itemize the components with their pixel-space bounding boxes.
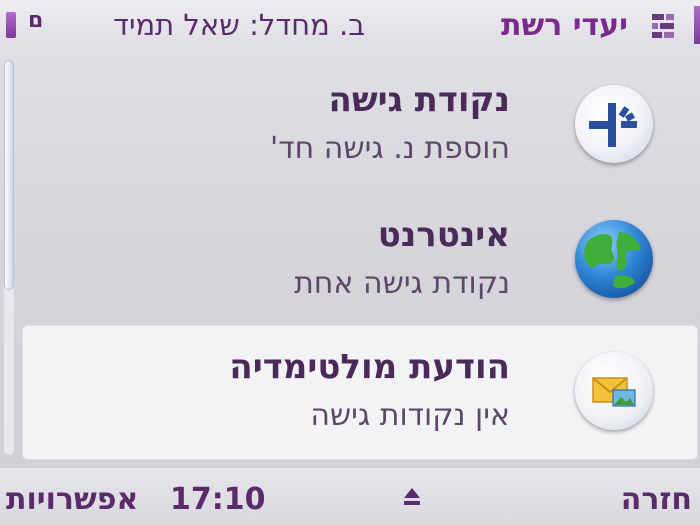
default-setting-text: ב. מחדל: שאל תמיד: [113, 8, 365, 42]
options-softkey[interactable]: אפשרויות: [6, 482, 138, 517]
mms-envelope-icon: [575, 352, 653, 430]
back-softkey[interactable]: חזרה: [621, 482, 692, 517]
battery-indicator: [6, 12, 16, 38]
access-point-icon: [575, 85, 653, 163]
list-item-subtitle: נקודת גישה אחת: [294, 266, 510, 301]
list-item-title: הודעת מולטימדיה: [229, 347, 510, 387]
signal-strength-indicator: [694, 6, 700, 44]
status-indicator: ם: [28, 8, 44, 33]
list-item-title: אינטרנט: [377, 215, 510, 255]
list-item-title: נקודת גישה: [328, 80, 510, 120]
list-item-multimedia-message[interactable]: הודעת מולטימדיה אין נקודות גישה: [22, 325, 698, 460]
title-bar: ם ב. מחדל: שאל תמיד יעדי רשת: [0, 0, 700, 50]
settings-app-icon: [652, 14, 674, 38]
globe-icon: [575, 220, 653, 298]
scrollbar-thumb[interactable]: [4, 60, 14, 290]
list-item-access-point[interactable]: נקודת גישה הוספת נ. גישה חד': [22, 58, 698, 193]
eject-icon[interactable]: [398, 484, 426, 512]
softkey-bar: אפשרויות 17:10 חזרה: [0, 468, 700, 525]
list-item-subtitle: הוספת נ. גישה חד': [270, 131, 510, 166]
scrollbar[interactable]: [4, 60, 14, 455]
clock: 17:10: [170, 482, 266, 517]
list-item-internet[interactable]: אינטרנט נקודת גישה אחת: [22, 193, 698, 328]
list-item-subtitle: אין נקודות גישה: [310, 398, 510, 433]
page-title: יעדי רשת: [500, 8, 628, 43]
screen: ם ב. מחדל: שאל תמיד יעדי רשת נקודת גישה …: [0, 0, 700, 525]
